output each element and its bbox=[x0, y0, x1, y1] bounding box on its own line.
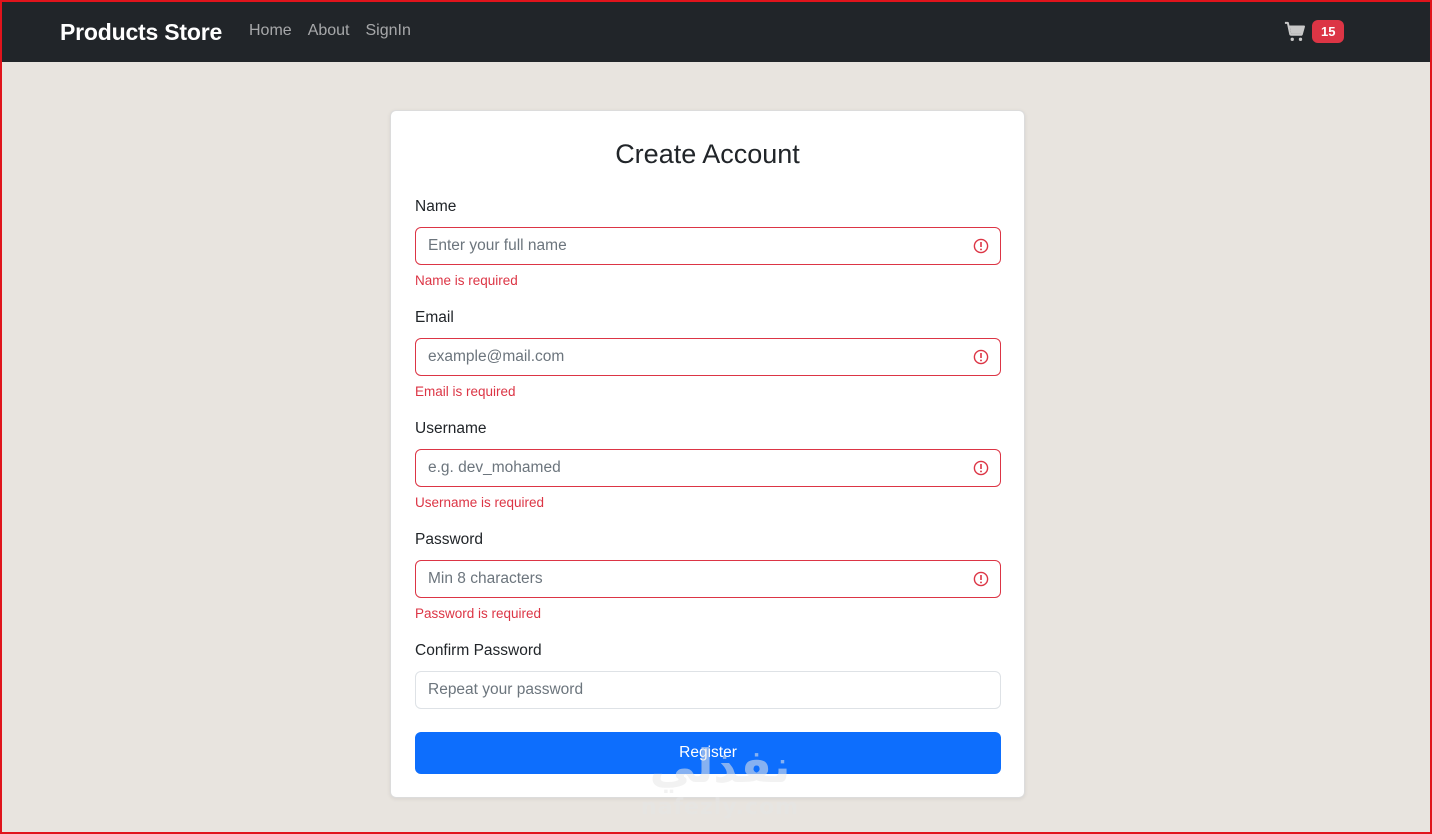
watermark-latin-text: nafezly.com bbox=[640, 795, 800, 820]
username-input[interactable] bbox=[415, 449, 1001, 487]
nav-link-signin[interactable]: SignIn bbox=[366, 22, 411, 40]
register-card: Create Account Name Name is required Ema… bbox=[390, 110, 1025, 798]
error-icon bbox=[973, 349, 989, 365]
email-input[interactable] bbox=[415, 338, 1001, 376]
nav-link-about[interactable]: About bbox=[308, 22, 350, 40]
email-label: Email bbox=[415, 309, 454, 326]
password-label: Password bbox=[415, 531, 484, 548]
username-error-message: Username is required bbox=[415, 495, 545, 510]
name-field-group: Name Name is required bbox=[415, 197, 1001, 290]
confirm-password-field-group: Confirm Password bbox=[415, 641, 1001, 709]
email-error-message: Email is required bbox=[415, 384, 516, 399]
name-input[interactable] bbox=[415, 227, 1001, 265]
cart-button[interactable]: 15 bbox=[1284, 20, 1345, 43]
error-icon bbox=[973, 238, 989, 254]
cart-icon bbox=[1284, 21, 1305, 41]
cart-count-badge: 15 bbox=[1312, 20, 1345, 43]
email-field-group: Email Email is required bbox=[415, 308, 1001, 401]
confirm-password-label: Confirm Password bbox=[415, 642, 542, 659]
error-icon bbox=[973, 571, 989, 587]
error-icon bbox=[973, 460, 989, 476]
form-title: Create Account bbox=[615, 139, 800, 169]
nav-link-home[interactable]: Home bbox=[249, 22, 292, 40]
name-error-message: Name is required bbox=[415, 273, 518, 288]
password-field-group: Password Password is required bbox=[415, 530, 1001, 623]
password-input[interactable] bbox=[415, 560, 1001, 598]
password-error-message: Password is required bbox=[415, 606, 542, 621]
navbar: Products Store Home About SignIn 15 bbox=[2, 2, 1430, 62]
brand-logo[interactable]: Products Store bbox=[60, 19, 222, 46]
confirm-password-input[interactable] bbox=[415, 671, 1001, 709]
username-field-group: Username Username is required bbox=[415, 419, 1001, 512]
nav-links: Home About SignIn bbox=[249, 22, 411, 40]
name-label: Name bbox=[415, 198, 457, 215]
register-button[interactable]: Register bbox=[415, 732, 1001, 774]
username-label: Username bbox=[415, 420, 487, 437]
